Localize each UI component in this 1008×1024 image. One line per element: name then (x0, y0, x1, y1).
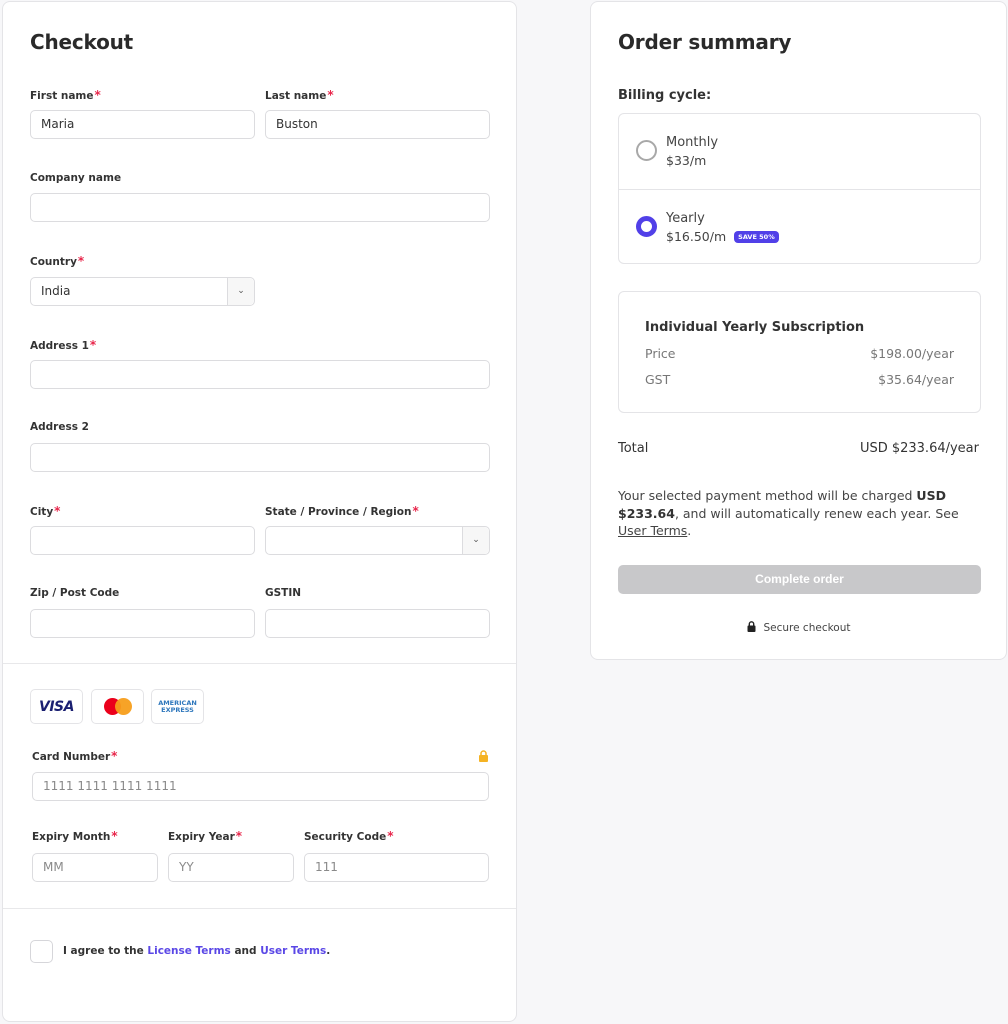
state-label: State / Province / Region* (265, 504, 419, 518)
secure-checkout: Secure checkout (591, 621, 1006, 634)
subscription-details: Individual Yearly Subscription Price $198… (618, 291, 981, 413)
mastercard-logo (91, 689, 144, 724)
address2-label: Address 2 (30, 421, 89, 433)
address1-label: Address 1* (30, 338, 97, 352)
radio-monthly[interactable] (636, 140, 657, 161)
complete-order-button[interactable]: Complete order (618, 565, 981, 594)
option-price: $33/m (666, 153, 707, 168)
address1-input[interactable] (30, 360, 490, 389)
required-mark: * (387, 829, 394, 843)
security-code-label: Security Code* (304, 829, 394, 843)
gst-row: GST $35.64/year (645, 372, 954, 387)
visa-logo: VISA (30, 689, 83, 724)
card-number-input[interactable]: 1111 1111 1111 1111 (32, 772, 489, 801)
company-input[interactable] (30, 193, 490, 222)
required-mark: * (77, 254, 85, 268)
expiry-month-label: Expiry Month* (32, 829, 118, 843)
section-divider (3, 908, 516, 909)
total-row: Total USD $233.64/year (618, 441, 979, 456)
state-select[interactable]: ⌄ (265, 526, 490, 555)
city-input[interactable] (30, 526, 255, 555)
order-summary-panel: Order summary Billing cycle: Monthly $33… (590, 1, 1007, 660)
first-name-input[interactable]: Maria (30, 110, 255, 139)
option-name: Yearly (666, 211, 705, 226)
lock-icon (479, 750, 488, 762)
total-label: Total (618, 441, 649, 456)
expiry-year-input[interactable]: YY (168, 853, 294, 882)
checkout-title: Checkout (30, 30, 134, 54)
total-value: USD $233.64/year (859, 441, 979, 456)
user-terms-link[interactable]: User Terms (618, 523, 687, 538)
last-name-label: Last name* (265, 88, 334, 102)
subscription-title: Individual Yearly Subscription (645, 320, 865, 335)
address2-input[interactable] (30, 443, 490, 472)
section-divider (3, 663, 516, 664)
option-price: $16.50/m SAVE 50% (666, 229, 779, 244)
zip-label: Zip / Post Code (30, 587, 120, 599)
option-name: Monthly (666, 135, 719, 150)
license-terms-link[interactable]: License Terms (147, 945, 230, 957)
agree-checkbox[interactable] (30, 940, 53, 963)
country-select[interactable]: India ⌄ (30, 277, 255, 306)
city-label: City* (30, 504, 61, 518)
charge-note: Your selected payment method will be cha… (618, 488, 959, 538)
company-label: Company name (30, 172, 122, 184)
agree-text: I agree to the License Terms and User Te… (63, 945, 331, 957)
country-value: India (41, 284, 71, 298)
required-mark: * (89, 338, 97, 352)
first-name-label: First name* (30, 88, 101, 102)
last-name-input[interactable]: Buston (265, 110, 490, 139)
required-mark: * (327, 88, 334, 102)
billing-cycle-options: Monthly $33/m Yearly $16.50/m SAVE 50% (618, 113, 981, 264)
gstin-label: GSTIN (265, 587, 302, 599)
amex-logo: AMERICAN EXPRESS (151, 689, 204, 724)
billing-option-yearly[interactable]: Yearly $16.50/m SAVE 50% (619, 189, 980, 264)
expiry-month-input[interactable]: MM (32, 853, 158, 882)
price-row: Price $198.00/year (645, 346, 954, 361)
security-code-input[interactable]: 111 (304, 853, 489, 882)
chevron-down-icon[interactable]: ⌄ (227, 278, 254, 305)
user-terms-link[interactable]: User Terms (260, 945, 326, 957)
required-mark: * (94, 88, 101, 102)
lock-icon (747, 621, 755, 632)
mastercard-icon (103, 698, 132, 715)
radio-yearly[interactable] (636, 216, 657, 237)
chevron-down-icon[interactable]: ⌄ (462, 527, 489, 554)
required-mark: * (235, 829, 243, 843)
required-mark: * (412, 504, 419, 518)
required-mark: * (111, 829, 118, 843)
checkout-panel: Checkout First name* Maria Last name* Bu… (2, 1, 517, 1022)
required-mark: * (54, 504, 61, 518)
save-badge: SAVE 50% (734, 231, 779, 243)
order-summary-title: Order summary (618, 30, 792, 54)
zip-input[interactable] (30, 609, 255, 638)
required-mark: * (111, 749, 118, 763)
billing-option-monthly[interactable]: Monthly $33/m (619, 114, 980, 189)
country-label: Country* (30, 254, 85, 268)
card-number-label: Card Number* (32, 749, 118, 763)
gstin-input[interactable] (265, 609, 490, 638)
billing-cycle-label: Billing cycle: (618, 88, 712, 103)
expiry-year-label: Expiry Year* (168, 829, 243, 843)
